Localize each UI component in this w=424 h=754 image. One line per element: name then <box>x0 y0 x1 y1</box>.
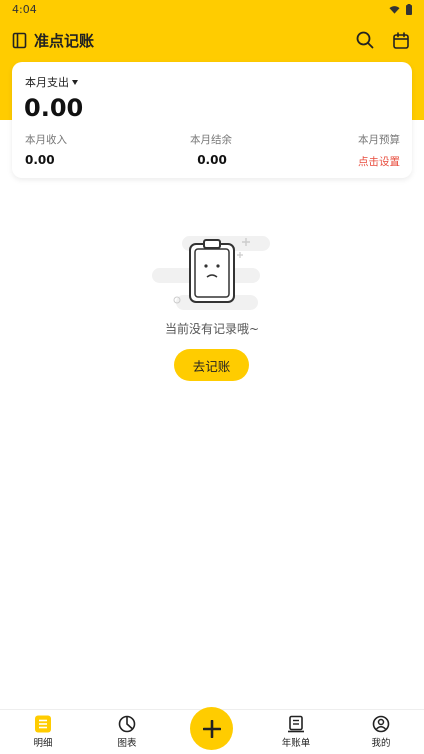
search-icon <box>356 31 374 49</box>
app-title: 准点记账 <box>34 32 95 50</box>
empty-clipboard-icon <box>152 236 270 310</box>
budget-label: 本月预算 <box>358 134 400 146</box>
app-header: 准点记账 <box>0 20 424 64</box>
caret-down-icon <box>72 79 78 85</box>
bottom-tab-bar: 明细 图表 年账单 我的 <box>0 707 424 754</box>
tab-charts[interactable]: 图表 <box>97 715 157 749</box>
tab-details-label: 明细 <box>33 738 53 749</box>
tab-annual-bill-label: 年账单 <box>281 738 311 749</box>
search-button[interactable] <box>354 29 376 51</box>
status-bar: 4:04 <box>0 0 424 20</box>
tab-details[interactable]: 明细 <box>13 715 73 749</box>
income-label: 本月收入 <box>25 134 67 146</box>
month-expense-label: 本月支出 <box>25 76 69 89</box>
plus-icon <box>202 719 221 738</box>
calendar-icon <box>393 31 409 49</box>
status-icons <box>389 4 412 15</box>
budget-stat: 本月预算 点击设置 <box>358 132 400 169</box>
battery-icon <box>406 4 412 15</box>
balance-stat: 本月结余 0.00 <box>190 132 232 167</box>
month-selector[interactable]: 本月支出 <box>25 74 78 90</box>
bill-icon <box>288 715 304 733</box>
tab-annual-bill[interactable]: 年账单 <box>266 715 326 749</box>
book-icon[interactable] <box>12 32 28 49</box>
summary-card: 本月支出 0.00 本月收入 0.00 本月结余 0.00 本月预算 点击设置 <box>12 62 412 178</box>
list-icon <box>35 715 51 733</box>
income-value: 0.00 <box>25 153 55 167</box>
set-budget-link[interactable]: 点击设置 <box>358 154 400 169</box>
pie-chart-icon <box>118 715 136 733</box>
tab-charts-label: 图表 <box>117 738 137 749</box>
start-recording-button[interactable]: 去记账 <box>174 349 249 381</box>
total-expense-value: 0.00 <box>24 94 84 122</box>
tab-profile[interactable]: 我的 <box>351 715 411 749</box>
header-actions <box>354 29 412 51</box>
profile-icon <box>372 715 390 733</box>
status-time: 4:04 <box>12 3 37 16</box>
calendar-button[interactable] <box>390 29 412 51</box>
income-stat: 本月收入 0.00 <box>25 132 67 167</box>
balance-label: 本月结余 <box>190 134 232 146</box>
empty-message: 当前没有记录哦~ <box>164 322 260 336</box>
balance-value: 0.00 <box>197 153 227 167</box>
wifi-icon <box>389 5 400 14</box>
app-title-group: 准点记账 <box>12 30 94 51</box>
tab-profile-label: 我的 <box>371 738 391 749</box>
add-record-button[interactable] <box>190 707 233 750</box>
